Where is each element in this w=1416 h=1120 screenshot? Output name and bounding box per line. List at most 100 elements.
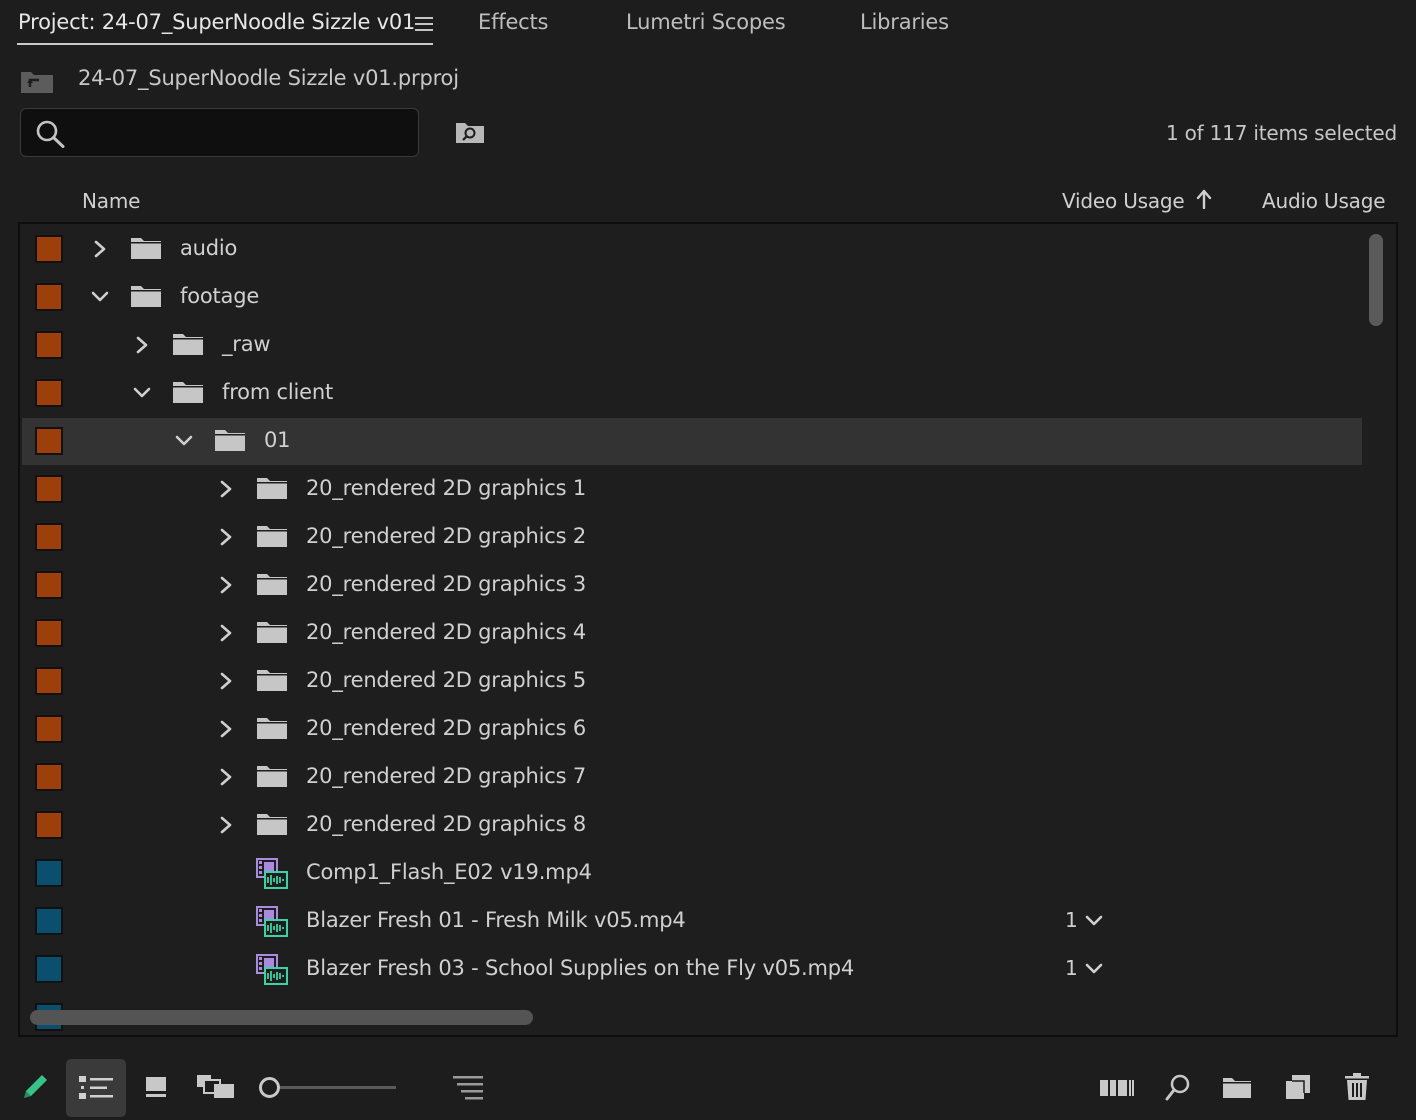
project-item-list[interactable]: audio footage _raw from client 01 20_rendered… xyxy=(18,222,1398,1037)
bin-row[interactable]: 01 xyxy=(22,418,1362,465)
item-name: 01 xyxy=(264,428,291,452)
label-color-swatch[interactable] xyxy=(35,331,63,359)
video-usage-count[interactable]: 1 xyxy=(1065,956,1078,980)
chevron-right-icon[interactable] xyxy=(90,239,110,259)
active-tab-underline xyxy=(17,43,433,45)
bottom-toolbar xyxy=(0,1050,1416,1120)
bin-row[interactable]: 20_rendered 2D graphics 1 xyxy=(22,466,1362,513)
item-name: 20_rendered 2D graphics 5 xyxy=(306,668,587,692)
icon-view-icon[interactable] xyxy=(145,1076,167,1102)
label-color-swatch[interactable] xyxy=(35,667,63,695)
bin-row[interactable]: 20_rendered 2D graphics 2 xyxy=(22,514,1362,561)
zoom-slider-handle[interactable] xyxy=(259,1077,280,1098)
trash-icon[interactable] xyxy=(1345,1073,1369,1105)
find-icon[interactable] xyxy=(1165,1074,1191,1106)
clip-row[interactable]: Comp1_Flash_E02 v19.mp4 xyxy=(22,850,1362,897)
chevron-right-icon[interactable] xyxy=(216,719,236,739)
bin-row[interactable]: 20_rendered 2D graphics 3 xyxy=(22,562,1362,609)
folder-icon xyxy=(173,380,203,408)
new-item-icon[interactable] xyxy=(1286,1075,1310,1103)
vertical-scrollbar[interactable] xyxy=(1369,234,1383,326)
item-name: 20_rendered 2D graphics 1 xyxy=(306,476,587,500)
label-color-swatch[interactable] xyxy=(35,475,63,503)
tab-lumetri-scopes[interactable]: Lumetri Scopes xyxy=(626,10,786,34)
item-name: Blazer Fresh 03 - School Supplies on the… xyxy=(306,956,855,980)
sort-icon[interactable] xyxy=(453,1076,483,1104)
freeform-view-icon[interactable] xyxy=(197,1075,235,1103)
video-usage-count[interactable]: 1 xyxy=(1065,908,1078,932)
chevron-right-icon[interactable] xyxy=(216,575,236,595)
chevron-down-icon[interactable] xyxy=(174,431,194,451)
parent-bin-icon[interactable] xyxy=(20,68,54,98)
label-color-swatch[interactable] xyxy=(35,235,63,263)
folder-icon xyxy=(131,284,161,312)
chevron-right-icon[interactable] xyxy=(216,671,236,691)
chevron-right-icon[interactable] xyxy=(216,479,236,499)
new-bin-icon[interactable] xyxy=(1223,1076,1251,1102)
bin-row[interactable]: _raw xyxy=(22,322,1362,369)
automate-to-sequence-icon[interactable] xyxy=(1100,1078,1134,1102)
zoom-slider-track[interactable] xyxy=(280,1086,396,1089)
item-name: Blazer Fresh 01 - Fresh Milk v05.mp4 xyxy=(306,908,686,932)
sort-ascending-icon xyxy=(1196,189,1212,213)
horizontal-scrollbar[interactable] xyxy=(30,1010,533,1025)
column-header-audio-usage[interactable]: Audio Usage xyxy=(1262,189,1386,213)
panel-tab-bar: Project: 24-07_SuperNoodle Sizzle v01 Ef… xyxy=(0,0,1416,52)
column-header-name[interactable]: Name xyxy=(82,189,140,213)
label-color-swatch[interactable] xyxy=(35,907,63,935)
bin-row[interactable]: 20_rendered 2D graphics 7 xyxy=(22,754,1362,801)
tab-libraries[interactable]: Libraries xyxy=(860,10,949,34)
label-color-swatch[interactable] xyxy=(35,523,63,551)
chevron-right-icon[interactable] xyxy=(216,527,236,547)
chevron-right-icon[interactable] xyxy=(216,767,236,787)
video-clip-icon xyxy=(256,954,288,990)
panel-menu-icon[interactable] xyxy=(415,17,433,33)
label-color-swatch[interactable] xyxy=(35,379,63,407)
chevron-right-icon[interactable] xyxy=(216,623,236,643)
label-color-swatch[interactable] xyxy=(35,859,63,887)
folder-icon xyxy=(257,572,287,600)
chevron-down-icon[interactable] xyxy=(90,287,110,307)
chevron-down-icon[interactable] xyxy=(132,383,152,403)
label-color-swatch[interactable] xyxy=(35,427,63,455)
item-name: Comp1_Flash_E02 v19.mp4 xyxy=(306,860,592,884)
label-color-swatch[interactable] xyxy=(35,619,63,647)
tab-effects[interactable]: Effects xyxy=(478,10,548,34)
bin-row[interactable]: from client xyxy=(22,370,1362,417)
clip-row[interactable]: Blazer Fresh 01 - Fresh Milk v05.mp4 1 xyxy=(22,898,1362,945)
bin-row[interactable]: 20_rendered 2D graphics 6 xyxy=(22,706,1362,753)
label-color-swatch[interactable] xyxy=(35,715,63,743)
search-input[interactable] xyxy=(79,117,409,149)
bin-row[interactable]: 20_rendered 2D graphics 5 xyxy=(22,658,1362,705)
project-path-row: 24-07_SuperNoodle Sizzle v01.prproj xyxy=(0,60,1416,100)
item-name: 20_rendered 2D graphics 3 xyxy=(306,572,587,596)
item-name: 20_rendered 2D graphics 2 xyxy=(306,524,587,548)
column-header-video-usage[interactable]: Video Usage xyxy=(1062,189,1185,213)
project-panel: Project: 24-07_SuperNoodle Sizzle v01 Ef… xyxy=(0,0,1416,1120)
label-color-swatch[interactable] xyxy=(35,811,63,839)
clip-row[interactable]: Blazer Fresh 03 - School Supplies on the… xyxy=(22,946,1362,993)
item-name: 20_rendered 2D graphics 6 xyxy=(306,716,587,740)
search-icon xyxy=(35,119,67,153)
folder-icon xyxy=(257,668,287,696)
tab-project[interactable]: Project: 24-07_SuperNoodle Sizzle v01 xyxy=(18,10,415,34)
folder-icon xyxy=(215,428,245,456)
label-color-swatch[interactable] xyxy=(35,283,63,311)
bin-row[interactable]: 20_rendered 2D graphics 4 xyxy=(22,610,1362,657)
bin-row[interactable]: 20_rendered 2D graphics 8 xyxy=(22,802,1362,849)
usage-dropdown-chevron-icon[interactable] xyxy=(1085,913,1103,932)
item-name: 20_rendered 2D graphics 7 xyxy=(306,764,587,788)
bin-row[interactable]: footage xyxy=(22,274,1362,321)
list-view-icon xyxy=(79,1076,113,1104)
create-search-bin-icon[interactable] xyxy=(455,120,485,148)
search-box[interactable] xyxy=(20,108,419,157)
chevron-right-icon[interactable] xyxy=(216,815,236,835)
list-view-button[interactable] xyxy=(66,1059,126,1117)
bin-row[interactable]: audio xyxy=(22,226,1362,273)
usage-dropdown-chevron-icon[interactable] xyxy=(1085,961,1103,980)
chevron-right-icon[interactable] xyxy=(132,335,152,355)
label-color-swatch[interactable] xyxy=(35,571,63,599)
label-color-swatch[interactable] xyxy=(35,955,63,983)
pencil-icon[interactable] xyxy=(20,1070,52,1106)
label-color-swatch[interactable] xyxy=(35,763,63,791)
